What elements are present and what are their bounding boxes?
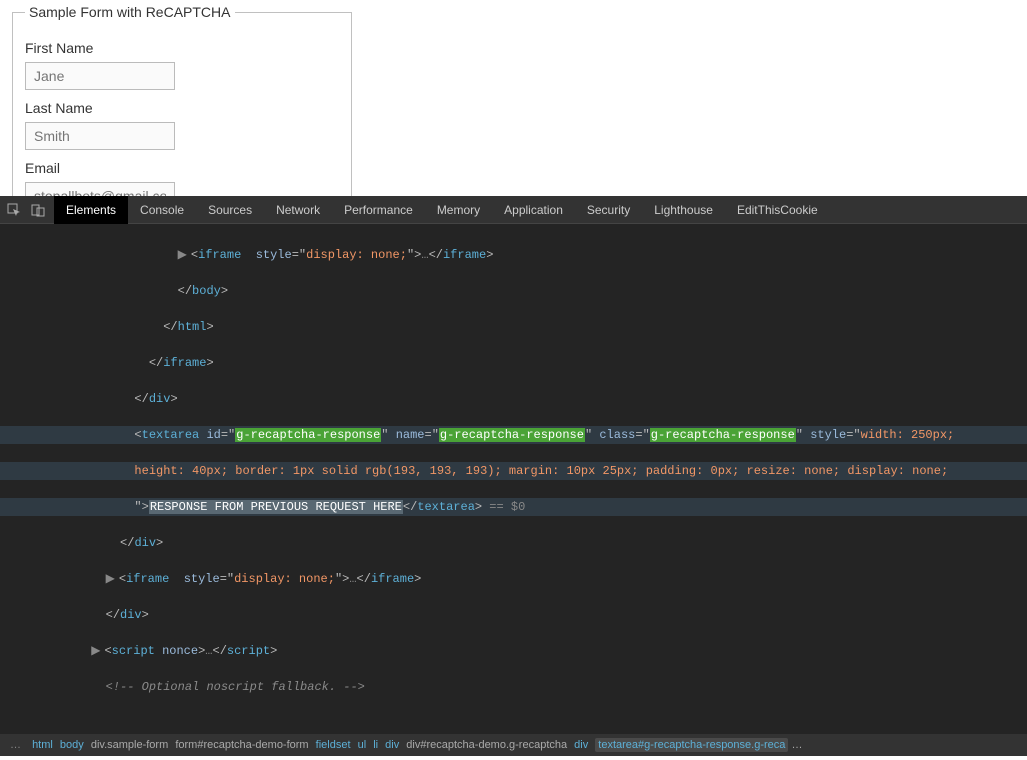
inspect-icon[interactable] bbox=[6, 202, 22, 218]
devtools-panel: Elements Console Sources Network Perform… bbox=[0, 196, 1027, 756]
email-label: Email bbox=[25, 160, 339, 176]
first-name-label: First Name bbox=[25, 40, 339, 56]
tab-memory[interactable]: Memory bbox=[425, 196, 492, 224]
tab-application[interactable]: Application bbox=[492, 196, 575, 224]
elements-tree[interactable]: ▶<iframe style="display: none;">…</ifram… bbox=[0, 224, 1027, 734]
tab-network[interactable]: Network bbox=[264, 196, 332, 224]
tab-elements[interactable]: Elements bbox=[54, 196, 128, 224]
tab-editthiscookie[interactable]: EditThisCookie bbox=[725, 196, 830, 224]
tab-performance[interactable]: Performance bbox=[332, 196, 425, 224]
devtools-tab-bar: Elements Console Sources Network Perform… bbox=[0, 196, 1027, 224]
tab-security[interactable]: Security bbox=[575, 196, 642, 224]
device-toggle-icon[interactable] bbox=[30, 202, 46, 218]
tab-lighthouse[interactable]: Lighthouse bbox=[642, 196, 725, 224]
tab-sources[interactable]: Sources bbox=[196, 196, 264, 224]
tab-console[interactable]: Console bbox=[128, 196, 196, 224]
breadcrumb-bar[interactable]: … html body div.sample-form form#recaptc… bbox=[0, 734, 1027, 756]
first-name-input[interactable] bbox=[25, 62, 175, 90]
last-name-input[interactable] bbox=[25, 122, 175, 150]
form-legend: Sample Form with ReCAPTCHA bbox=[25, 4, 235, 20]
last-name-label: Last Name bbox=[25, 100, 339, 116]
selected-element[interactable]: <textarea id="g-recaptcha-response" name… bbox=[0, 426, 1027, 444]
breadcrumb-selected: textarea#g-recaptcha-response.g-reca bbox=[595, 738, 788, 752]
